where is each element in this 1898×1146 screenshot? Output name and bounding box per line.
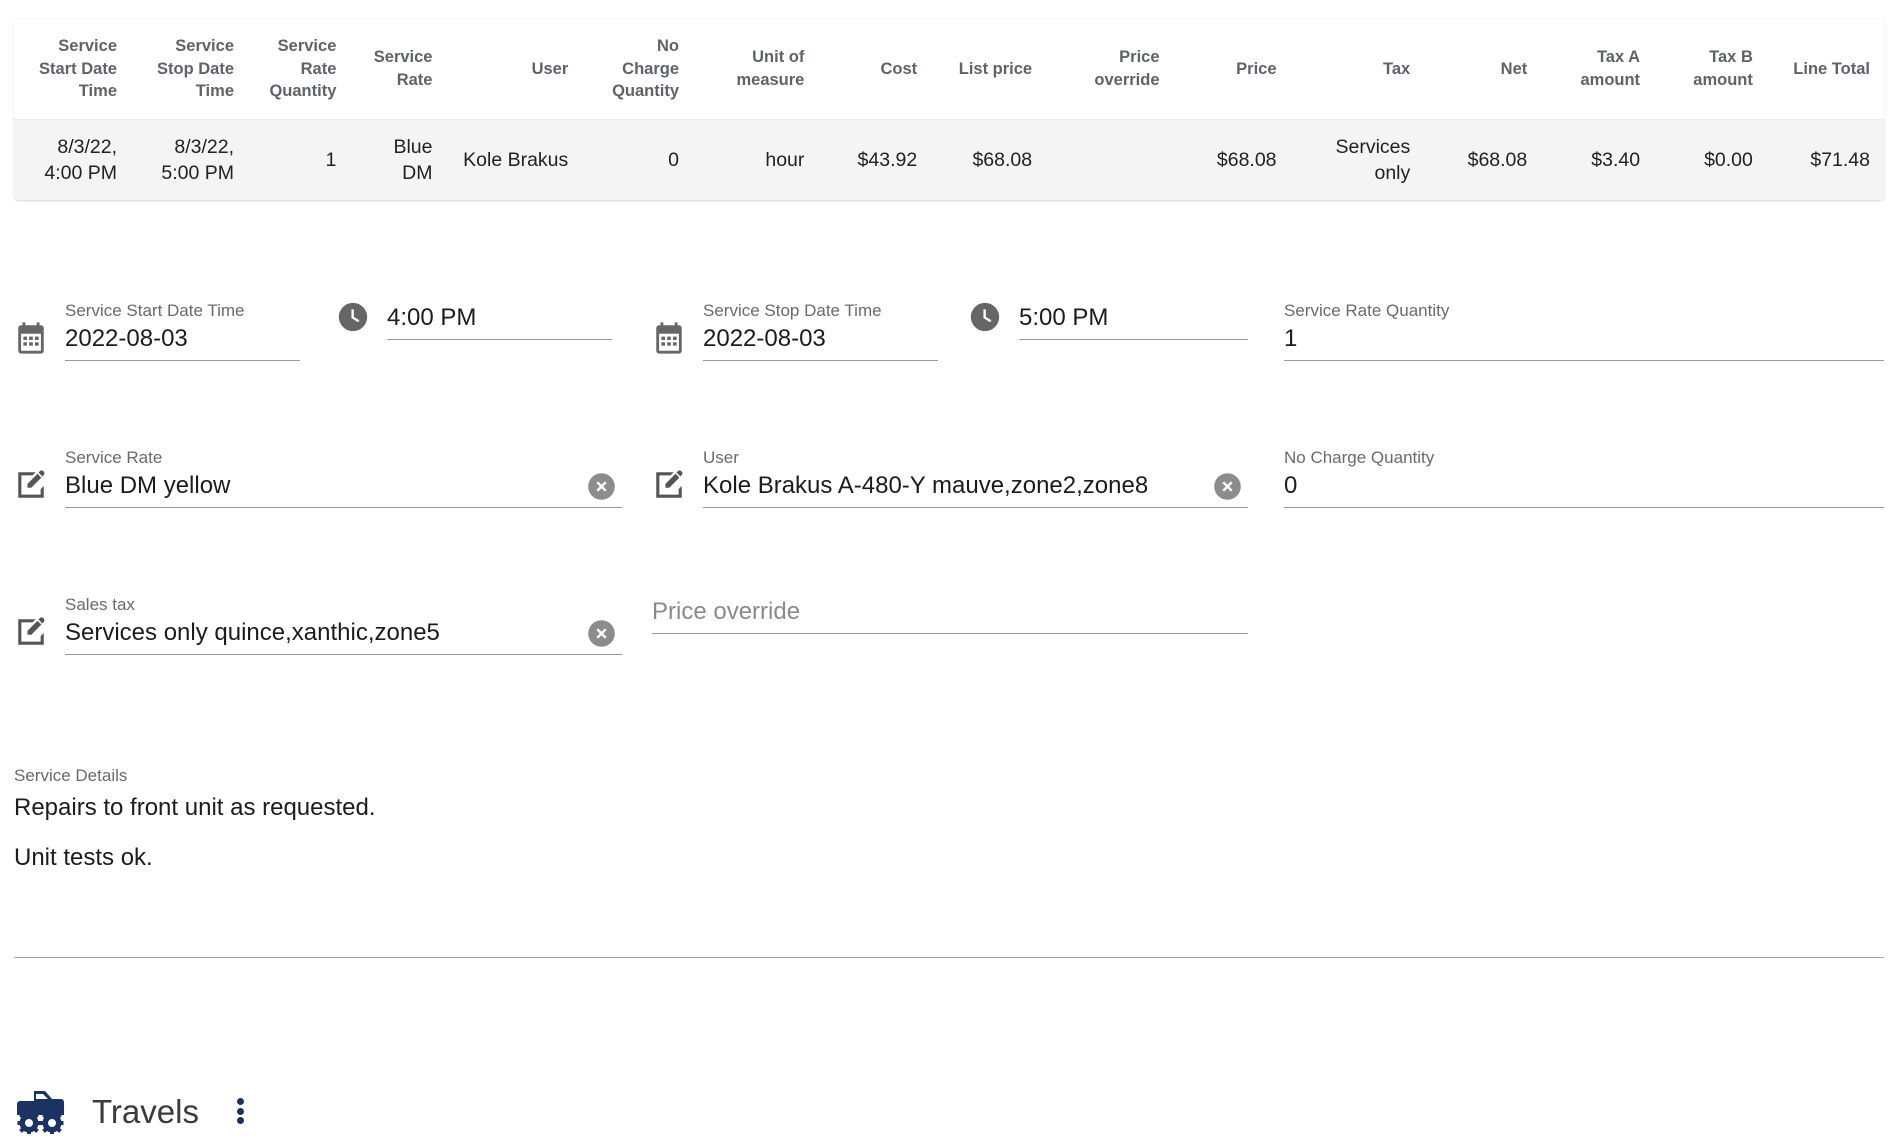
line-item-form: Service Start Date Time 2022-08-03 4:00 … <box>0 300 1898 741</box>
service-details-paragraph: Unit tests ok. <box>14 844 153 872</box>
service-rate-input[interactable]: Blue DM yellow <box>65 471 622 501</box>
col-list-price: List price <box>931 19 1047 120</box>
edit-icon <box>18 617 45 645</box>
calendar-icon <box>656 322 682 354</box>
field-service-start-time[interactable]: 4:00 PM <box>336 300 612 340</box>
travels-title: Travels <box>92 1092 199 1130</box>
col-net: Net <box>1424 19 1542 120</box>
label-service-stop-date: Service Stop Date Time <box>703 301 882 320</box>
service-details-label: Service Details <box>14 766 128 785</box>
service-start-date-input[interactable]: 2022-08-03 <box>65 324 300 354</box>
price-override-input[interactable]: Price override <box>652 597 1248 627</box>
service-stop-time-input[interactable]: 5:00 PM <box>1019 303 1248 333</box>
table-header: Service Start Date Time Service Stop Dat… <box>14 19 1884 120</box>
menu-dot <box>237 1098 245 1105</box>
cell-tax-b-amount: $0.00 <box>1704 148 1753 171</box>
label-user: User <box>703 448 739 467</box>
service-stop-date-input[interactable]: 2022-08-03 <box>703 324 938 354</box>
clock-icon <box>338 302 368 332</box>
service-details-section: Service Details Repairs to front unit as… <box>14 765 1214 893</box>
line-items-table: Service Start Date Time Service Stop Dat… <box>14 19 1884 201</box>
field-no-charge-quantity[interactable]: No Charge Quantity 0 <box>1284 447 1884 509</box>
col-tax-b-amount: Tax B amount <box>1654 19 1767 120</box>
menu-dot <box>237 1117 245 1124</box>
form-row-3: Sales tax Services only quince,xanthic,z… <box>0 594 1898 741</box>
label-service-rate: Service Rate <box>65 448 163 467</box>
col-user: User <box>446 19 583 120</box>
cell-list-price: $68.08 <box>972 148 1033 171</box>
cell-service-stop-date-time: 8/3/22, 5:00 PM <box>161 135 234 184</box>
col-price-override: Price override <box>1046 19 1174 120</box>
cell-tax-a-amount: $3.40 <box>1591 148 1641 171</box>
field-service-rate[interactable]: Service Rate Blue DM yellow <box>14 447 622 509</box>
more-vert-icon[interactable] <box>229 1096 253 1126</box>
user-input[interactable]: Kole Brakus A-480-Y mauve,zone2,zone8 <box>703 471 1248 501</box>
cell-cost: $43.92 <box>857 148 918 171</box>
table-body: 8/3/22, 4:00 PM 8/3/22, 5:00 PM 1 Blue D… <box>14 119 1884 201</box>
field-service-start-date[interactable]: Service Start Date Time 2022-08-03 <box>14 300 300 362</box>
cell-unit-of-measure: hour <box>765 148 805 171</box>
edit-icon <box>656 470 683 498</box>
service-start-time-input[interactable]: 4:00 PM <box>387 303 612 333</box>
service-details-paragraph: Repairs to front unit as requested. <box>14 794 376 822</box>
cell-user: Kole Brakus <box>463 148 569 171</box>
field-service-stop-time[interactable]: 5:00 PM <box>968 300 1248 340</box>
service-rate-quantity-input[interactable]: 1 <box>1284 324 1884 354</box>
label-no-charge-quantity: No Charge Quantity <box>1284 448 1435 467</box>
field-sales-tax[interactable]: Sales tax Services only quince,xanthic,z… <box>14 594 622 656</box>
field-price-override[interactable]: Price override <box>652 594 1248 634</box>
section-divider <box>14 957 1884 958</box>
sales-tax-input[interactable]: Services only quince,xanthic,zone5 <box>65 618 622 648</box>
clock-icon <box>970 302 1000 332</box>
col-service-start-date-time: Service Start Date Time <box>14 19 131 120</box>
form-row-1: Service Start Date Time 2022-08-03 4:00 … <box>0 300 1898 447</box>
monster-truck-icon <box>17 1091 64 1134</box>
cell-tax: Services only <box>1335 135 1411 184</box>
col-service-rate-quantity: Service Rate Quantity <box>248 19 351 120</box>
cell-no-charge-quantity: 0 <box>668 148 680 171</box>
cell-price-override <box>1046 119 1173 200</box>
table-row[interactable]: 8/3/22, 4:00 PM 8/3/22, 5:00 PM 1 Blue D… <box>14 119 1884 201</box>
label-sales-tax: Sales tax <box>65 595 135 614</box>
cell-service-rate-quantity: 1 <box>325 148 337 171</box>
label-service-rate-quantity: Service Rate Quantity <box>1284 301 1450 320</box>
cell-line-total: $71.48 <box>1810 148 1870 171</box>
col-service-rate: Service Rate <box>350 19 447 120</box>
cell-net: $68.08 <box>1467 148 1528 171</box>
field-service-stop-date[interactable]: Service Stop Date Time 2022-08-03 <box>652 300 938 362</box>
cell-service-rate: Blue DM <box>393 135 433 184</box>
travels-section-header: Travels <box>14 1088 253 1134</box>
clear-icon[interactable] <box>587 619 616 648</box>
col-no-charge-quantity: No Charge Quantity <box>582 19 694 120</box>
edit-icon <box>18 470 45 498</box>
col-unit-of-measure: Unit of measure <box>693 19 819 120</box>
label-service-start-date: Service Start Date Time <box>65 301 245 320</box>
calendar-icon <box>18 322 44 354</box>
cell-price: $68.08 <box>1216 148 1277 171</box>
col-cost: Cost <box>818 19 932 120</box>
cell-service-start-date-time: 8/3/22, 4:00 PM <box>44 135 117 184</box>
col-tax-a-amount: Tax A amount <box>1541 19 1655 120</box>
form-row-2: Service Rate Blue DM yellow User Kole Br… <box>0 447 1898 594</box>
clear-icon[interactable] <box>1213 472 1242 501</box>
clear-icon[interactable] <box>587 472 616 501</box>
menu-dot <box>237 1107 245 1115</box>
col-price: Price <box>1173 19 1291 120</box>
col-service-stop-date-time: Service Stop Date Time <box>131 19 248 120</box>
col-tax: Tax <box>1290 19 1425 120</box>
field-service-rate-quantity[interactable]: Service Rate Quantity 1 <box>1284 300 1884 362</box>
line-items-table-card: Service Start Date Time Service Stop Dat… <box>14 19 1884 201</box>
table-header-row: Service Start Date Time Service Stop Dat… <box>14 19 1884 120</box>
no-charge-quantity-input[interactable]: 0 <box>1284 471 1884 501</box>
field-user[interactable]: User Kole Brakus A-480-Y mauve,zone2,zon… <box>652 447 1248 509</box>
col-line-total: Line Total <box>1766 19 1884 120</box>
